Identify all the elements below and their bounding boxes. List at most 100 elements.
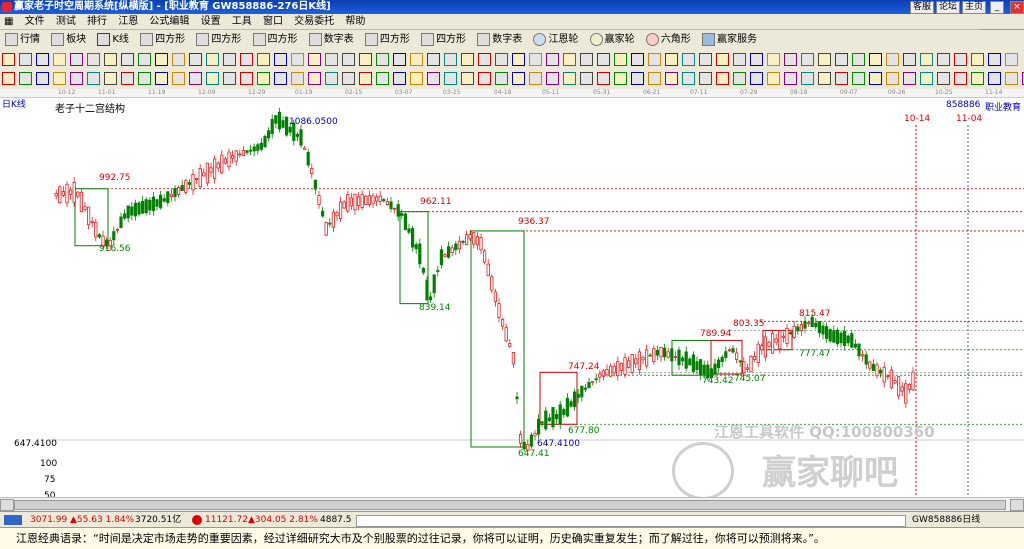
tool-icon[interactable] <box>427 52 440 66</box>
menu-window[interactable]: 窗口 <box>259 14 287 29</box>
tool-icon[interactable] <box>529 71 542 85</box>
tool-icon[interactable] <box>801 52 814 66</box>
tool-icon[interactable] <box>478 71 491 85</box>
tool-icon[interactable] <box>274 52 287 66</box>
tool-icon[interactable] <box>155 71 168 85</box>
tool-icon[interactable] <box>699 52 712 66</box>
tool-icon[interactable] <box>1005 71 1018 85</box>
tool-icon[interactable] <box>342 52 355 66</box>
tool-icon[interactable] <box>835 71 848 85</box>
tool-icon[interactable] <box>818 52 831 66</box>
tool-icon[interactable] <box>325 52 338 66</box>
tool-icon[interactable] <box>2 52 15 66</box>
toolbar-item-square-5[interactable]: 四方形 <box>416 30 469 50</box>
tool-icon[interactable] <box>988 71 1001 85</box>
tool-icon[interactable] <box>172 71 185 85</box>
tool-icon[interactable] <box>920 52 933 66</box>
tool-icon[interactable] <box>189 71 202 85</box>
tool-icon[interactable] <box>903 71 916 85</box>
tool-icon[interactable] <box>614 52 627 66</box>
tool-icon[interactable] <box>223 52 236 66</box>
tool-icon[interactable] <box>393 52 406 66</box>
tool-icon[interactable] <box>138 52 151 66</box>
tool-icon[interactable] <box>733 52 746 66</box>
tool-icon[interactable] <box>206 52 219 66</box>
tool-icon[interactable] <box>359 71 372 85</box>
tool-icon[interactable] <box>70 52 83 66</box>
tool-icon[interactable] <box>699 71 712 85</box>
tool-icon[interactable] <box>121 71 134 85</box>
tool-icon[interactable] <box>87 52 100 66</box>
menu-trade[interactable]: 交易委托 <box>290 14 338 29</box>
home-button[interactable]: 主页 <box>962 1 987 14</box>
tool-icon[interactable] <box>767 71 780 85</box>
tool-icon[interactable] <box>597 52 610 66</box>
tool-icon[interactable] <box>223 71 236 85</box>
tool-icon[interactable] <box>937 71 950 85</box>
minimize-icon[interactable]: _ <box>990 1 1004 14</box>
menu-help[interactable]: 帮助 <box>341 14 369 29</box>
tool-icon[interactable] <box>563 52 576 66</box>
tool-icon[interactable] <box>376 71 389 85</box>
menu-settings[interactable]: 设置 <box>197 14 225 29</box>
tool-icon[interactable] <box>36 71 49 85</box>
tool-icon[interactable] <box>631 71 644 85</box>
tool-icon[interactable] <box>138 71 151 85</box>
menu-tools[interactable]: 工具 <box>228 14 256 29</box>
tool-icon[interactable] <box>512 52 525 66</box>
tool-icon[interactable] <box>750 52 763 66</box>
tool-icon[interactable] <box>648 71 661 85</box>
tool-icon[interactable] <box>240 52 253 66</box>
toolbar-item-table-2[interactable]: 数字表 <box>472 30 525 50</box>
tool-icon[interactable] <box>529 52 542 66</box>
tool-icon[interactable] <box>274 71 287 85</box>
tool-icon[interactable] <box>308 52 321 66</box>
tool-icon[interactable] <box>682 71 695 85</box>
tool-icon[interactable] <box>495 71 508 85</box>
toolbar-item-gann-wheel[interactable]: 江恩轮 <box>528 30 581 50</box>
tool-icon[interactable] <box>665 71 678 85</box>
tool-icon[interactable] <box>512 71 525 85</box>
status-scroll[interactable] <box>356 515 906 527</box>
toolbar-item-square-2[interactable]: 四方形 <box>191 30 244 50</box>
tool-icon[interactable] <box>172 52 185 66</box>
tool-icon[interactable] <box>36 52 49 66</box>
toolbar-item-kline[interactable]: K线 <box>92 30 132 50</box>
close-icon[interactable]: × <box>1010 1 1024 14</box>
tool-icon[interactable] <box>257 52 270 66</box>
tool-icon[interactable] <box>206 71 219 85</box>
tool-icon[interactable] <box>954 52 967 66</box>
tool-icon[interactable] <box>784 52 797 66</box>
tool-icon[interactable] <box>19 52 32 66</box>
tool-icon[interactable] <box>835 52 848 66</box>
tool-icon[interactable] <box>631 52 644 66</box>
tool-icon[interactable] <box>580 52 593 66</box>
tool-icon[interactable] <box>478 52 491 66</box>
toolbar-item-hexagon[interactable]: 六角形 <box>641 30 694 50</box>
tool-icon[interactable] <box>597 71 610 85</box>
tool-icon[interactable] <box>308 71 321 85</box>
toolbar-item-service[interactable]: 赢家服务 <box>697 30 760 50</box>
support-button[interactable]: 客服 <box>910 1 935 14</box>
tool-icon[interactable] <box>614 71 627 85</box>
tool-icon[interactable] <box>750 71 763 85</box>
tool-icon[interactable] <box>665 52 678 66</box>
toolbar-item-square-4[interactable]: 四方形 <box>360 30 413 50</box>
tool-icon[interactable] <box>648 52 661 66</box>
tool-icon[interactable] <box>869 52 882 66</box>
tool-icon[interactable] <box>19 71 32 85</box>
tool-icon[interactable] <box>716 71 729 85</box>
kline-chart[interactable]: 日K线 老子十二宫结构 858886 职业教育 10-14 11-04 992.… <box>0 97 1024 501</box>
tool-icon[interactable] <box>376 52 389 66</box>
scroll-thumb[interactable] <box>14 500 1006 510</box>
tool-icon[interactable] <box>189 52 202 66</box>
tool-icon[interactable] <box>427 71 440 85</box>
tool-icon[interactable] <box>767 52 780 66</box>
forum-button[interactable]: 论坛 <box>936 1 961 14</box>
horizontal-scrollbar[interactable] <box>0 497 1024 511</box>
toolbar-item-quote[interactable]: 行情 <box>0 30 43 50</box>
tool-icon[interactable] <box>410 52 423 66</box>
tool-icon[interactable] <box>104 52 117 66</box>
tool-icon[interactable] <box>87 71 100 85</box>
tool-icon[interactable] <box>954 71 967 85</box>
